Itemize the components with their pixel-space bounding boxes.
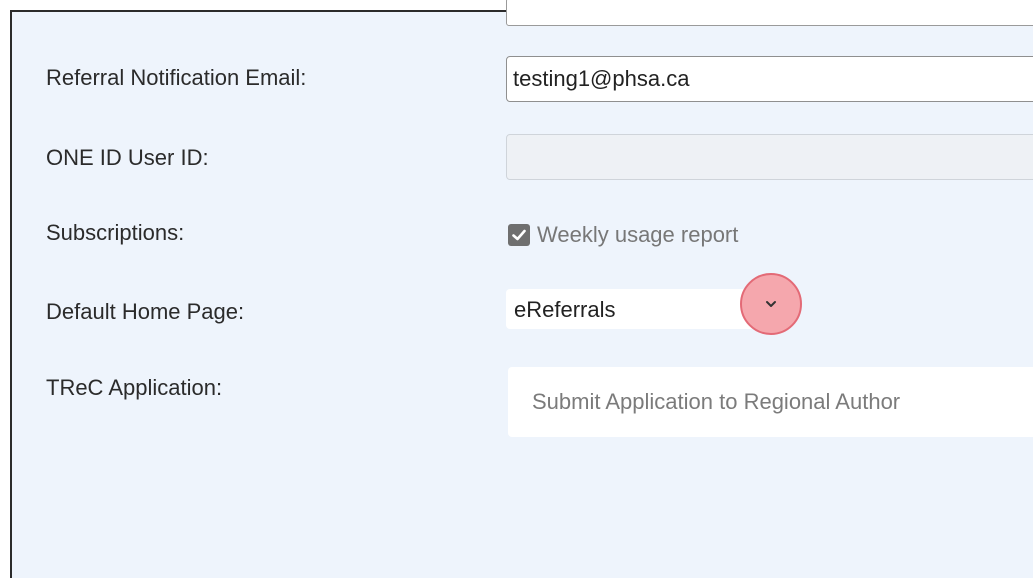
default-home-page-dropdown-button[interactable] [740, 273, 802, 335]
submit-application-button[interactable]: Submit Application to Regional Author [508, 367, 1033, 437]
referral-email-input[interactable] [506, 56, 1033, 102]
check-icon [512, 229, 526, 241]
trec-application-label: TReC Application: [46, 375, 223, 400]
one-id-input [506, 134, 1033, 180]
one-id-label: ONE ID User ID: [46, 145, 209, 170]
default-home-page-select[interactable]: eReferrals [506, 289, 766, 329]
screenshot-frame: Referral Notification Email: ONE ID User… [0, 0, 1033, 578]
referral-email-label: Referral Notification Email: [46, 65, 307, 90]
subscriptions-label: Subscriptions: [46, 220, 185, 245]
weekly-usage-report-option[interactable]: Weekly usage report [508, 222, 738, 248]
default-home-page-value: eReferrals [514, 297, 616, 322]
previous-field-input[interactable] [506, 0, 1033, 26]
weekly-usage-report-label: Weekly usage report [537, 222, 739, 247]
user-settings-panel: Referral Notification Email: ONE ID User… [10, 0, 1033, 578]
default-home-page-label: Default Home Page: [46, 299, 245, 324]
weekly-usage-report-checkbox[interactable] [508, 224, 530, 246]
chevron-down-icon [766, 301, 776, 307]
